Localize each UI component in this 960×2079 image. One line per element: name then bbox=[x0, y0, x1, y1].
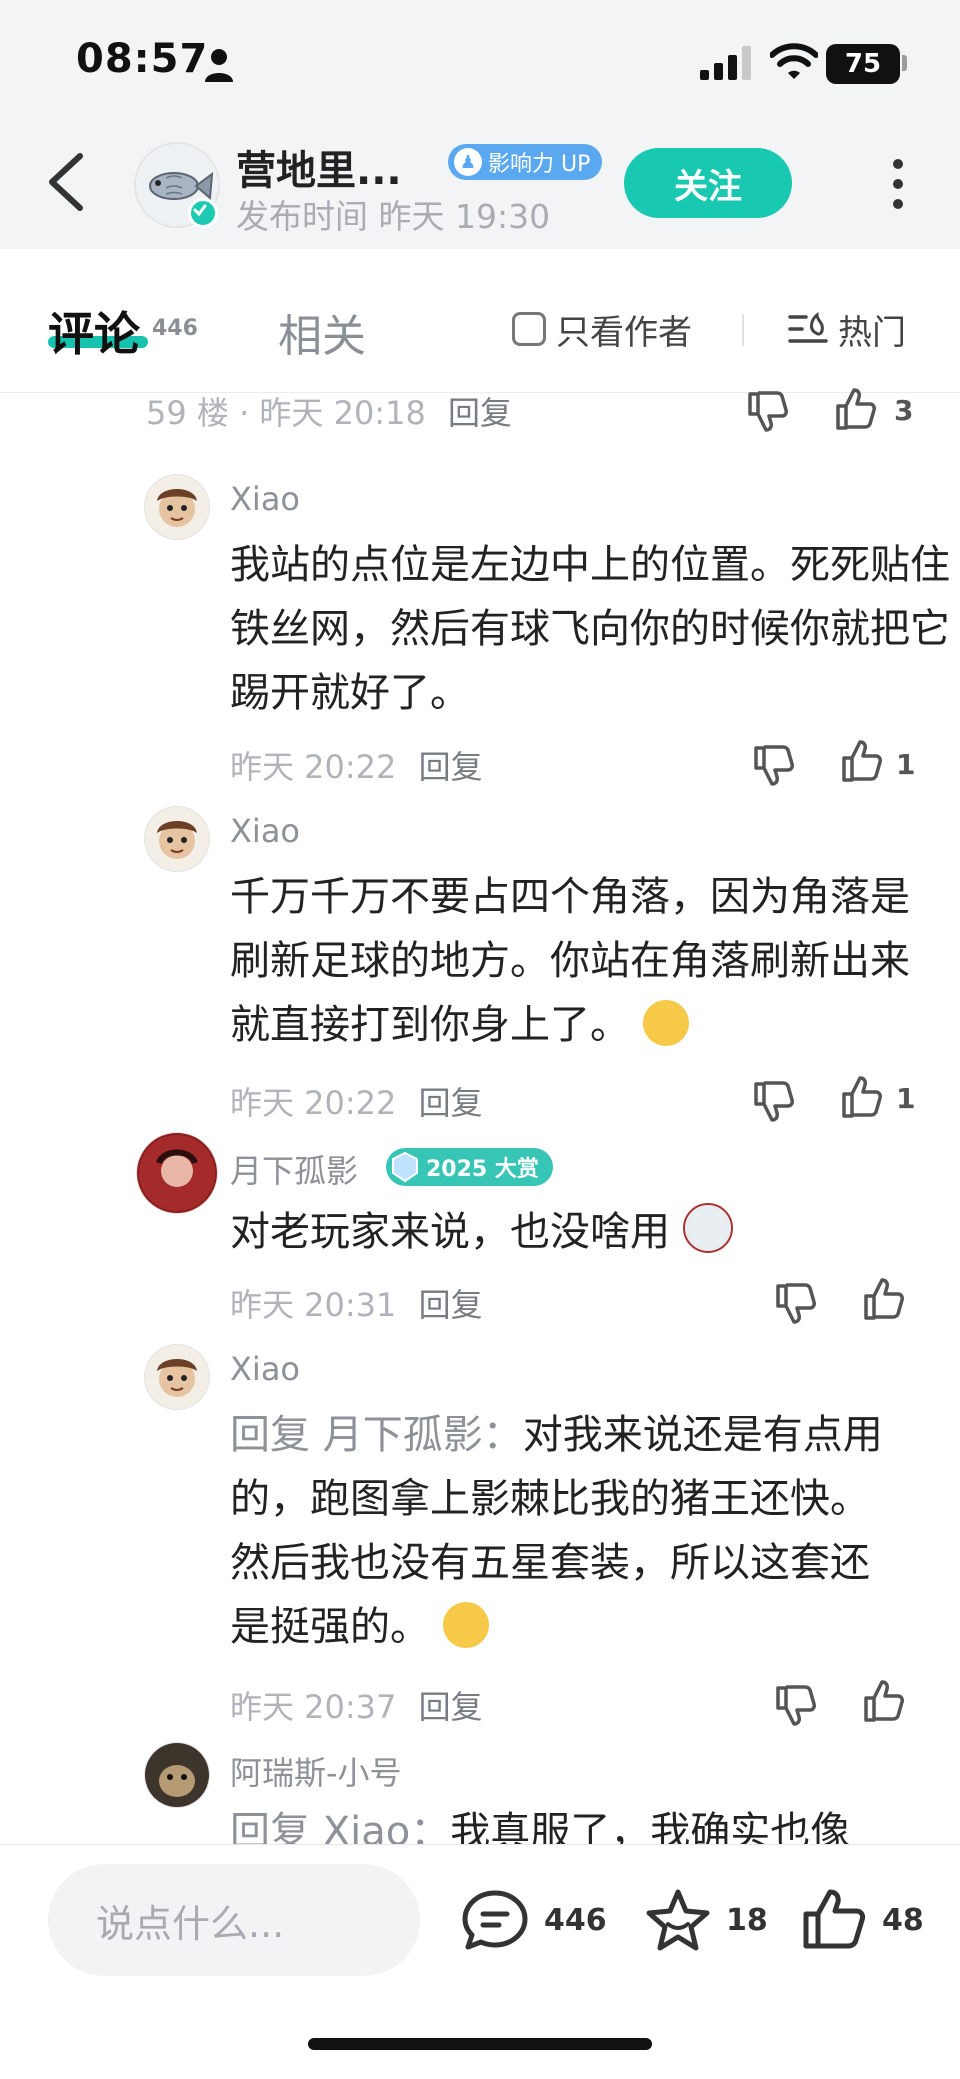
favorite-total: 18 bbox=[726, 1902, 768, 1938]
reply-prefix[interactable]: 回复 月下孤影： bbox=[230, 1412, 523, 1458]
comment-meta: 昨天 20:37 回复 bbox=[230, 1682, 483, 1728]
wifi-icon bbox=[770, 43, 818, 79]
comment-meta: 昨天 20:22 回复 bbox=[230, 742, 483, 788]
comment-username[interactable]: 阿瑞斯-小号 bbox=[230, 1748, 402, 1794]
badge-label: 影响力 UP bbox=[488, 152, 591, 177]
like-icon[interactable] bbox=[860, 1678, 908, 1726]
sort-hot-toggle[interactable]: 热门 bbox=[788, 306, 906, 353]
comment-username[interactable]: Xiao bbox=[230, 1350, 300, 1388]
comment-text: 千万千万不要占四个角落，因为角落是刷新足球的地方。你站在角落刷新出来就直接打到你… bbox=[230, 865, 910, 1057]
status-time: 08:57 bbox=[76, 36, 209, 82]
comment-bubble-icon bbox=[462, 1890, 528, 1950]
home-indicator[interactable] bbox=[308, 2038, 652, 2050]
comment-total: 446 bbox=[544, 1902, 607, 1938]
bottom-bar-border bbox=[0, 1844, 960, 1845]
dog-avatar-icon bbox=[145, 1743, 209, 1807]
dislike-icon[interactable] bbox=[744, 386, 792, 434]
award-badge-label: 2025 大赏 bbox=[426, 1157, 539, 1182]
comment-time: 昨天 20:22 bbox=[230, 1084, 397, 1122]
sort-label: 热门 bbox=[838, 312, 906, 353]
comment-username[interactable]: Xiao bbox=[230, 812, 300, 850]
comment-text-content: 对老玩家来说，也没啥用 bbox=[230, 1209, 670, 1255]
dislike-icon[interactable] bbox=[750, 740, 798, 788]
comment-text: 对老玩家来说，也没啥用 bbox=[230, 1200, 950, 1264]
tab-comments[interactable]: 评论 bbox=[48, 298, 140, 364]
checkbox-icon[interactable] bbox=[512, 312, 546, 346]
monkey-avatar-icon bbox=[157, 489, 197, 527]
comments-count: 446 bbox=[152, 316, 198, 341]
dislike-icon[interactable] bbox=[772, 1680, 820, 1728]
only-author-toggle[interactable]: 只看作者 bbox=[512, 306, 692, 353]
comment-meta: 昨天 20:22 回复 bbox=[230, 1078, 483, 1124]
publish-time: 发布时间 昨天 19:30 bbox=[236, 197, 551, 236]
user-badge-icon: ♟ bbox=[454, 148, 482, 176]
comment-time: 昨天 20:31 bbox=[230, 1286, 397, 1324]
favorite-button[interactable]: 18 bbox=[644, 1888, 768, 1952]
dislike-icon[interactable] bbox=[772, 1278, 820, 1326]
battery-cap bbox=[902, 55, 907, 71]
reply-button[interactable]: 回复 bbox=[419, 1688, 483, 1726]
reply-button[interactable]: 回复 bbox=[419, 1084, 483, 1122]
like-count: 3 bbox=[894, 394, 914, 427]
clown-emoji-icon bbox=[682, 1203, 733, 1253]
comment-time: 昨天 20:22 bbox=[230, 748, 397, 786]
user-avatar[interactable] bbox=[144, 1742, 210, 1808]
dislike-icon[interactable] bbox=[750, 1076, 798, 1124]
reply-button[interactable]: 回复 bbox=[448, 394, 512, 432]
sneezing-emoji-icon bbox=[642, 1000, 689, 1046]
like-icon[interactable] bbox=[832, 386, 880, 434]
verified-check-icon bbox=[188, 198, 218, 228]
comment-floor-time: 59 楼 · 昨天 20:18 bbox=[146, 394, 426, 432]
reply-button[interactable]: 回复 bbox=[419, 1286, 483, 1324]
tab-related[interactable]: 相关 bbox=[278, 300, 366, 364]
comment-username[interactable]: Xiao bbox=[230, 480, 300, 518]
person-icon bbox=[205, 49, 233, 82]
comment-meta: 59 楼 · 昨天 20:18 回复 bbox=[146, 388, 512, 434]
influence-up-badge: ♟ 影响力 UP bbox=[448, 144, 603, 180]
comment-username[interactable]: 月下孤影 bbox=[230, 1146, 358, 1192]
battery-indicator: 75 bbox=[826, 44, 900, 84]
like-icon[interactable] bbox=[860, 1276, 908, 1324]
like-post-button[interactable]: 48 bbox=[800, 1888, 924, 1952]
monkey-avatar-icon bbox=[157, 821, 197, 859]
only-author-label: 只看作者 bbox=[556, 312, 692, 353]
smug-emoji-icon bbox=[442, 1602, 489, 1648]
author-name[interactable]: 营地里... bbox=[236, 138, 402, 196]
comment-text-content: 千万千万不要占四个角落，因为角落是刷新足球的地方。你站在角落刷新出来就直接打到你… bbox=[230, 874, 910, 1048]
user-avatar[interactable] bbox=[144, 1344, 210, 1410]
user-avatar[interactable] bbox=[144, 474, 210, 540]
comment-time: 昨天 20:37 bbox=[230, 1688, 397, 1726]
comment-text: 回复 月下孤影：对我来说还是有点用的，跑图拿上影棘比我的猪王还快。然后我也没有五… bbox=[230, 1403, 890, 1659]
star-icon bbox=[646, 1889, 710, 1951]
comment-meta: 昨天 20:31 回复 bbox=[230, 1280, 483, 1326]
comments-button[interactable]: 446 bbox=[460, 1888, 607, 1952]
tab-divider bbox=[742, 314, 744, 346]
trophy-badge-icon bbox=[392, 1151, 418, 1183]
like-count: 1 bbox=[896, 748, 916, 781]
sort-icon bbox=[788, 311, 828, 343]
comment-text: 我站的点位是左边中上的位置。死死贴住铁丝网，然后有球飞向你的时候你就把它踢开就好… bbox=[230, 542, 950, 716]
monkey-avatar-icon bbox=[157, 1359, 197, 1397]
reply-button[interactable]: 回复 bbox=[419, 748, 483, 786]
user-avatar[interactable] bbox=[136, 1132, 218, 1214]
thumbs-up-icon bbox=[803, 1889, 866, 1949]
back-arrow-icon[interactable] bbox=[42, 150, 92, 214]
like-total: 48 bbox=[882, 1902, 924, 1938]
like-count: 1 bbox=[896, 1082, 916, 1115]
like-icon[interactable] bbox=[838, 1074, 886, 1122]
user-avatar[interactable] bbox=[144, 806, 210, 872]
cellular-signal-icon bbox=[700, 46, 751, 80]
follow-button[interactable]: 关注 bbox=[624, 148, 792, 218]
character-avatar-icon bbox=[139, 1135, 215, 1211]
more-options-icon[interactable] bbox=[884, 156, 912, 212]
like-icon[interactable] bbox=[838, 738, 886, 786]
comment-input[interactable]: 说点什么... bbox=[48, 1864, 420, 1976]
